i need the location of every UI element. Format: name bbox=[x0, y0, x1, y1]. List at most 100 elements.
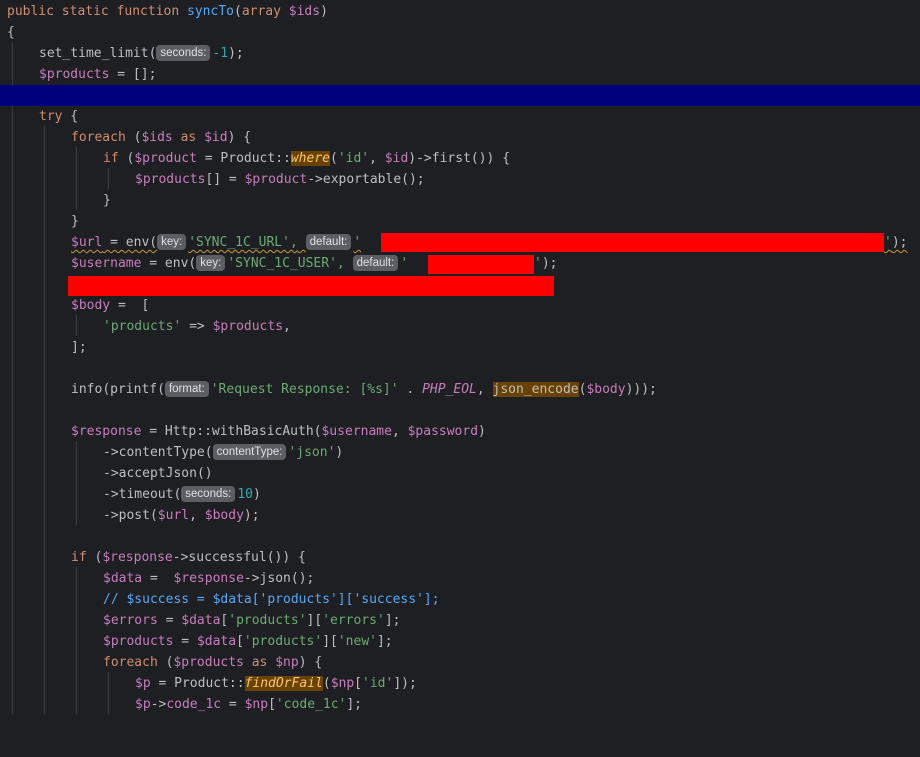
method-call: post bbox=[118, 508, 150, 523]
code-line[interactable]: $url = env(key: 'SYNC_1C_URL', default: ' … bbox=[0, 232, 920, 253]
code-line[interactable]: } bbox=[0, 211, 920, 232]
punct: ))); bbox=[625, 382, 657, 397]
number: -1 bbox=[212, 46, 229, 61]
code-line[interactable]: $body = [ bbox=[0, 295, 920, 316]
punct: ) { bbox=[298, 655, 323, 670]
code-editor[interactable]: public static function syncTo(array $ids… bbox=[0, 0, 920, 714]
string: 'products' bbox=[228, 613, 307, 628]
variable: $response bbox=[102, 550, 173, 565]
code-line[interactable]: set_time_limit(seconds: -1); bbox=[0, 43, 920, 64]
punct: => bbox=[181, 319, 213, 334]
punct: ()) { bbox=[470, 151, 511, 166]
code-line[interactable]: $p->code_1c = $np['code_1c']; bbox=[0, 694, 920, 715]
function-call: printf bbox=[110, 382, 158, 397]
code-line[interactable]: $products[] = $product->exportable(); bbox=[0, 169, 920, 190]
static-method: findOrFail bbox=[244, 676, 323, 691]
code-line[interactable]: if ($product = Product::where('id', $id)… bbox=[0, 148, 920, 169]
punct: ( bbox=[118, 151, 135, 166]
string: 'Request Response: [%s]' bbox=[210, 382, 399, 397]
code-line[interactable]: } bbox=[0, 190, 920, 211]
string: 'code_1c' bbox=[275, 697, 347, 712]
string: ' bbox=[353, 235, 362, 250]
variable: $body bbox=[204, 508, 244, 523]
highlighted-line[interactable] bbox=[0, 85, 920, 106]
string: 'new' bbox=[337, 634, 377, 649]
code-line[interactable]: { bbox=[0, 22, 920, 43]
punct: ) bbox=[335, 445, 344, 460]
code-line[interactable]: ->post($url, $body); bbox=[0, 505, 920, 526]
variable: $np bbox=[330, 676, 355, 691]
code-line[interactable]: ->acceptJson() bbox=[0, 463, 920, 484]
bracket: ]; bbox=[71, 340, 87, 355]
code-line[interactable]: $response = Http::withBasicAuth($usernam… bbox=[0, 421, 920, 442]
code-line[interactable]: 'products' => $products, bbox=[0, 316, 920, 337]
variable: $products bbox=[173, 655, 244, 670]
code-line[interactable]: $data = $response->json(); bbox=[0, 568, 920, 589]
punct: = env( bbox=[102, 235, 158, 250]
punct: { bbox=[62, 109, 79, 124]
code-line[interactable]: $errors = $data['products']['errors']; bbox=[0, 610, 920, 631]
string: 'products' bbox=[103, 319, 182, 334]
static-method: where bbox=[290, 151, 330, 166]
keyword: if bbox=[71, 550, 87, 565]
code-line[interactable]: ->contentType(contentType:'json') bbox=[0, 442, 920, 463]
function-call: set_time_limit bbox=[39, 46, 149, 61]
variable: $data bbox=[181, 613, 221, 628]
punct: )-> bbox=[408, 151, 432, 166]
method-call: timeout bbox=[118, 487, 174, 502]
punct: -> bbox=[103, 445, 119, 460]
punct: -> bbox=[103, 487, 119, 502]
punct: ( bbox=[102, 382, 111, 397]
variable: $products bbox=[135, 172, 206, 187]
param-hint: seconds: bbox=[181, 486, 236, 502]
punct: -> bbox=[150, 697, 167, 712]
param-hint: default: bbox=[352, 255, 399, 271]
code-line[interactable]: ->timeout(seconds: 10) bbox=[0, 484, 920, 505]
variable: $product bbox=[134, 151, 197, 166]
punct: , bbox=[189, 508, 205, 523]
variable: $errors bbox=[103, 613, 158, 628]
punct: ) { bbox=[227, 130, 252, 145]
punct: [ bbox=[236, 634, 244, 649]
code-line[interactable]: $products = []; bbox=[0, 64, 920, 85]
code-line[interactable]: public static function syncTo(array $ids… bbox=[0, 1, 920, 22]
punct: = bbox=[142, 571, 174, 586]
punct: ][ bbox=[306, 613, 323, 628]
punct: ) bbox=[478, 424, 486, 439]
keyword: try bbox=[39, 109, 63, 124]
code-line[interactable] bbox=[0, 274, 920, 296]
punct: = Product:: bbox=[196, 151, 291, 166]
punct: ][ bbox=[322, 634, 338, 649]
code-line[interactable]: foreach ($products as $np) { bbox=[0, 652, 920, 673]
code-line[interactable]: $p = Product::findOrFail($np['id']); bbox=[0, 673, 920, 694]
code-line[interactable]: // $success = $data['products']['success… bbox=[0, 589, 920, 610]
punct: = Http:: bbox=[141, 424, 212, 439]
punct: -> bbox=[307, 172, 323, 187]
punct: = []; bbox=[109, 67, 157, 82]
punct: = [ bbox=[110, 298, 150, 313]
code-line[interactable]: $products = $data['products']['new']; bbox=[0, 631, 920, 652]
punct: [ bbox=[354, 676, 362, 691]
punct: () bbox=[196, 466, 213, 481]
code-line[interactable]: info(printf(format: 'Request Response: [%… bbox=[0, 379, 920, 400]
punct: [] = bbox=[205, 172, 245, 187]
punct: ); bbox=[243, 508, 260, 523]
punct: -> bbox=[103, 466, 119, 481]
brace: } bbox=[71, 214, 79, 229]
code-line[interactable]: try { bbox=[0, 106, 920, 127]
code-line[interactable]: $username = env(key: 'SYNC_1C_USER', defa… bbox=[0, 253, 920, 274]
punct: ) bbox=[320, 4, 328, 19]
variable: $url bbox=[71, 235, 103, 250]
string: 'id' bbox=[362, 676, 394, 691]
string: 'SYNC_1C_USER', bbox=[227, 256, 345, 271]
method-call: json bbox=[259, 571, 291, 586]
punct: = Product:: bbox=[150, 676, 245, 691]
variable: $products bbox=[103, 634, 174, 649]
code-line[interactable]: foreach ($ids as $id) { bbox=[0, 127, 920, 148]
code-line[interactable]: if ($response->successful()) { bbox=[0, 547, 920, 568]
punct: , bbox=[391, 424, 408, 439]
punct: , bbox=[476, 382, 493, 397]
method-call: withBasicAuth bbox=[211, 424, 314, 439]
punct: ()) { bbox=[266, 550, 306, 565]
code-line[interactable]: ]; bbox=[0, 337, 920, 358]
